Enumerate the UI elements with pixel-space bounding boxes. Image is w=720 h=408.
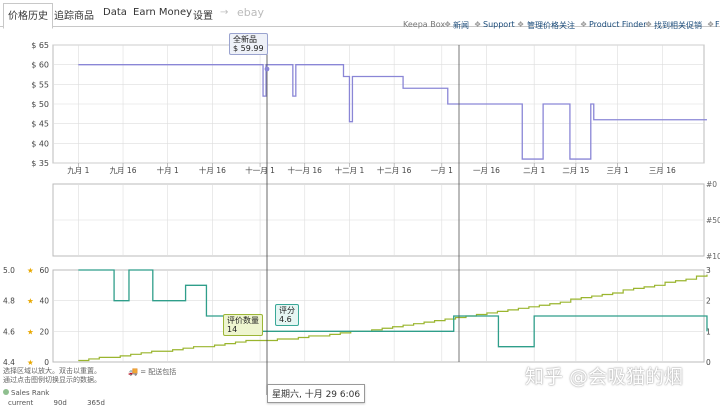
star-icon: ★ xyxy=(27,358,34,367)
rating-count-tick: 60 xyxy=(39,266,49,275)
watermark: 知乎 @会吸猫的烟 xyxy=(525,366,684,388)
rating-left-tick: 5.0 xyxy=(3,266,15,275)
rating-right-tick: 0 xyxy=(706,358,711,367)
shipping-legend[interactable]: 🚚 = 配送包括 xyxy=(128,367,176,377)
range-selector: current 90d 365d xyxy=(8,399,123,407)
price-x-tick: 九月 1 xyxy=(67,166,89,175)
rating-right-tick: 3 xyxy=(706,266,711,275)
rank-right-tick: #0 xyxy=(706,180,717,189)
star-icon: ★ xyxy=(27,327,34,336)
rating-count-tick: 40 xyxy=(39,297,49,306)
review-count-annotation: 评价数量 14 xyxy=(223,314,263,336)
price-x-tick: 十一月 16 xyxy=(288,165,323,175)
price-y-tick: $ 60 xyxy=(31,61,49,70)
legend-sales-rank[interactable]: Sales Rank xyxy=(3,389,49,397)
price-x-tick: 一月 1 xyxy=(431,166,453,175)
price-x-tick: 十月 1 xyxy=(157,165,179,175)
price-x-tick: 十二月 1 xyxy=(335,165,365,175)
price-x-tick: 十二月 16 xyxy=(377,165,412,175)
rating-left-axis: 5.0 ★ 60 4.8 ★ 40 4.6 ★ 20 4.4 ★ 0 xyxy=(3,266,49,367)
price-x-tick: 十一月 1 xyxy=(245,165,275,175)
rating-count-tick: 20 xyxy=(39,327,49,336)
new-price-annotation: 全新品 $ 59.99 xyxy=(229,33,268,55)
keepa-charts[interactable]: $ 65 $ 60 $ 55 $ 50 $ 45 $ 40 $ 35 九月 1 九月 16 十月… xyxy=(0,0,720,408)
rating-label: 评分 xyxy=(279,306,295,315)
truck-icon: 🚚 xyxy=(128,367,138,376)
zoom-hint-line1: 选择区域以放大。双击以重置。 xyxy=(3,367,101,375)
rank-right-tick: #50 xyxy=(706,216,720,225)
price-chart-y-axis: $ 65 $ 60 $ 55 $ 50 $ 45 $ 40 $ 35 xyxy=(31,41,49,168)
rank-right-tick: #100 xyxy=(706,252,720,261)
range-90d[interactable]: 90d xyxy=(54,399,67,407)
price-y-tick: $ 45 xyxy=(31,120,49,129)
price-x-tick: 三月 1 xyxy=(607,166,629,175)
new-price-value: $ 59.99 xyxy=(233,44,264,53)
price-y-tick: $ 40 xyxy=(31,139,49,148)
price-x-tick: 十月 16 xyxy=(199,165,226,175)
price-y-tick: $ 55 xyxy=(31,80,49,89)
price-x-tick: 九月 16 xyxy=(110,166,137,175)
price-y-tick: $ 35 xyxy=(31,159,49,168)
rating-left-tick: 4.4 xyxy=(3,358,15,367)
rating-value: 4.6 xyxy=(279,315,292,324)
sales-rank-label: Sales Rank xyxy=(11,389,50,397)
sales-rank-dot-icon xyxy=(3,389,9,395)
price-x-tick: 一月 16 xyxy=(473,166,500,175)
star-icon: ★ xyxy=(27,297,34,306)
review-count-value: 14 xyxy=(227,325,238,334)
rating-right-tick: 2 xyxy=(706,297,711,306)
new-price-label: 全新品 xyxy=(233,35,257,44)
rating-left-tick: 4.8 xyxy=(3,297,15,306)
review-count-label: 评价数量 xyxy=(227,316,259,325)
shipping-label: = 配送包括 xyxy=(140,368,177,376)
price-x-tick: 三月 16 xyxy=(649,166,676,175)
zoom-hint-line2: 通过点击图例切换显示的数据。 xyxy=(3,376,101,384)
rating-left-tick: 4.6 xyxy=(3,327,15,336)
rating-annotation: 评分 4.6 xyxy=(275,304,299,326)
price-x-tick: 二月 15 xyxy=(562,166,589,175)
new-price-marker xyxy=(264,66,270,72)
price-y-tick: $ 50 xyxy=(31,100,49,109)
price-x-tick: 二月 1 xyxy=(523,166,545,175)
price-y-tick: $ 65 xyxy=(31,41,49,50)
range-current[interactable]: current xyxy=(8,399,33,407)
price-chart-x-axis: 九月 1 九月 16 十月 1 十月 16 十一月 1 十一月 16 十二月 1 十二月 16… xyxy=(67,163,676,175)
sales-rank-right-axis: #0 #50 #100 xyxy=(706,180,720,261)
star-icon: ★ xyxy=(27,266,34,275)
range-365d[interactable]: 365d xyxy=(87,399,105,407)
date-tooltip: 星期六, 十月 29 6:06 xyxy=(267,384,366,403)
zoom-hint: 选择区域以放大。双击以重置。 通过点击图例切换显示的数据。 xyxy=(3,367,101,385)
rating-count-tick: 0 xyxy=(44,358,49,367)
